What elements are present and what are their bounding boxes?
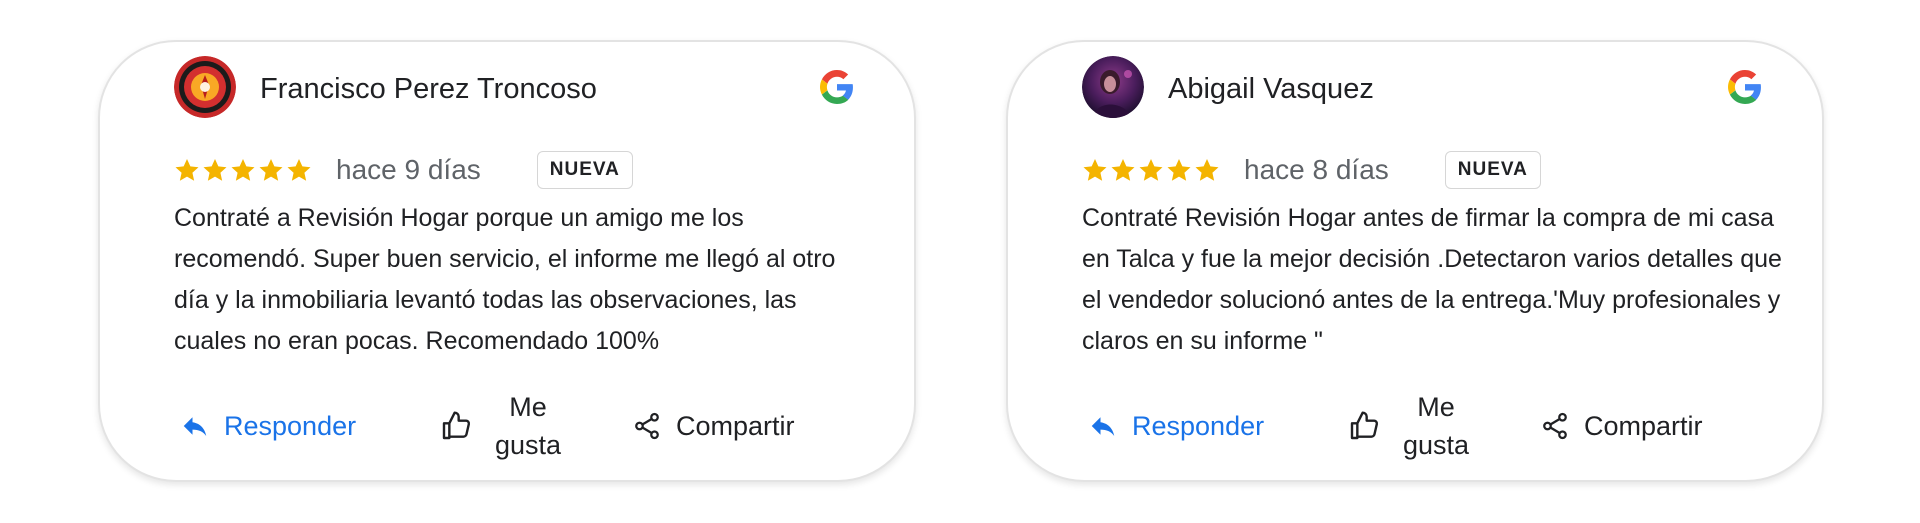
- thumb-up-icon: [1350, 411, 1379, 440]
- review-date: hace 9 días: [336, 154, 481, 185]
- star-icon: [259, 158, 283, 181]
- review-meta: hace 8 días NUEVA: [1082, 150, 1541, 190]
- review-actions: Responder Me gusta Compartir: [180, 392, 860, 474]
- like-label: Me gusta: [1398, 388, 1474, 464]
- star-icon: [1139, 158, 1163, 181]
- author-name[interactable]: Francisco Perez Troncoso: [260, 72, 597, 106]
- reply-button[interactable]: Responder: [1088, 402, 1264, 450]
- star-icon: [287, 158, 311, 181]
- user-photo-avatar: [1082, 56, 1144, 118]
- like-label-line2: gusta: [1402, 430, 1470, 460]
- google-g-icon: [1728, 70, 1761, 104]
- share-label: Compartir: [676, 410, 795, 441]
- thumb-up-icon: [442, 411, 471, 440]
- like-button[interactable]: Me gusta: [440, 386, 566, 466]
- star-icon: [1111, 158, 1135, 181]
- star-icon: [231, 158, 255, 181]
- star-rating: [174, 157, 312, 183]
- star-icon: [203, 158, 227, 181]
- like-label: Me gusta: [490, 388, 566, 464]
- like-label-line1: Me: [1417, 392, 1455, 422]
- new-badge: NUEVA: [536, 151, 633, 189]
- author-name[interactable]: Abigail Vasquez: [1168, 72, 1374, 106]
- share-icon: [635, 412, 659, 440]
- avatar[interactable]: [1082, 56, 1144, 118]
- google-g-icon: [820, 70, 853, 104]
- review-date: hace 8 días: [1244, 154, 1389, 185]
- review-card: Francisco Perez Troncoso hace 9 días NUE…: [98, 40, 916, 482]
- review-text: Contraté a Revisión Hogar porque un amig…: [174, 204, 836, 355]
- review-card: Abigail Vasquez hace 8 días NUEVA Contra…: [1006, 40, 1824, 482]
- reply-label: Responder: [224, 410, 357, 441]
- reply-arrow-icon: [183, 417, 207, 436]
- like-label-line1: Me: [509, 392, 547, 422]
- share-button[interactable]: Compartir: [632, 402, 795, 450]
- reply-arrow-icon: [1091, 417, 1115, 436]
- star-rating: [1082, 157, 1220, 183]
- share-label: Compartir: [1584, 410, 1703, 441]
- avatar[interactable]: [174, 56, 236, 118]
- reply-button[interactable]: Responder: [180, 402, 356, 450]
- review-meta: hace 9 días NUEVA: [174, 150, 633, 190]
- star-icon: [175, 158, 199, 181]
- star-icon: [1195, 158, 1219, 181]
- fire-department-logo-icon: [174, 56, 236, 118]
- star-icon: [1083, 158, 1107, 181]
- share-icon: [1543, 412, 1567, 440]
- review-text: Contraté Revisión Hogar antes de firmar …: [1082, 204, 1782, 355]
- like-label-line2: gusta: [494, 430, 562, 460]
- like-button[interactable]: Me gusta: [1348, 386, 1474, 466]
- review-actions: Responder Me gusta Compartir: [1088, 392, 1768, 474]
- share-button[interactable]: Compartir: [1540, 402, 1703, 450]
- reply-label: Responder: [1132, 410, 1265, 441]
- star-icon: [1167, 158, 1191, 181]
- reviews-strip: Francisco Perez Troncoso hace 9 días NUE…: [0, 0, 1920, 523]
- new-badge: NUEVA: [1444, 151, 1541, 189]
